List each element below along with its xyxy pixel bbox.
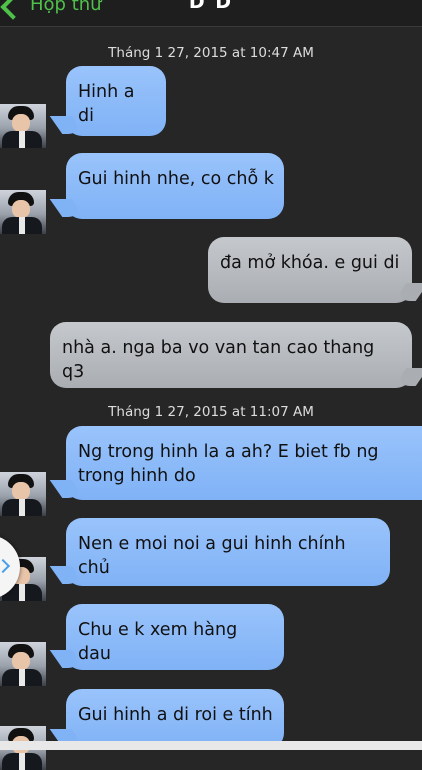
avatar[interactable]: [0, 190, 46, 234]
message-text: Gui hinh a di roi e tính: [78, 705, 273, 725]
message-bubble-incoming[interactable]: Chu e k xem hàng dau: [66, 604, 284, 670]
message-text: Chu e k xem hàng dau: [78, 620, 238, 664]
message-bubble-outgoing[interactable]: đa mở khóa. e gui di: [208, 237, 412, 303]
conversation-title: D D: [188, 0, 234, 13]
message-text: Hinh a di: [78, 82, 135, 126]
message-bubble-incoming[interactable]: Gui hinh a di roi e tính: [66, 689, 284, 749]
timestamp: Tháng 1 27, 2015 at 10:47 AM: [108, 45, 314, 61]
message-text: Nen e moi noi a gui hinh chính chủ: [78, 534, 346, 578]
message-text: Ng trong hinh la a ah? E biet fb ng tron…: [78, 442, 379, 486]
message-bubble-incoming[interactable]: Nen e moi noi a gui hinh chính chủ: [66, 518, 390, 586]
message-bubble-incoming[interactable]: Hinh a di: [66, 66, 166, 136]
avatar[interactable]: [0, 472, 46, 516]
avatar[interactable]: [0, 104, 46, 148]
avatar[interactable]: [0, 642, 46, 686]
chevron-right-icon: [0, 558, 11, 574]
message-bubble-incoming[interactable]: Gui hinh nhe, co chỗ k: [66, 153, 284, 219]
message-bubble-incoming[interactable]: Ng trong hinh la a ah? E biet fb ng tron…: [66, 426, 422, 500]
message-text: Gui hinh nhe, co chỗ k: [78, 169, 274, 189]
timestamp: Tháng 1 27, 2015 at 11:07 AM: [108, 404, 314, 420]
bottom-input-edge: [0, 741, 422, 750]
message-bubble-outgoing[interactable]: nhà a. nga ba vo van tan cao thang q3: [50, 322, 412, 388]
message-text: nhà a. nga ba vo van tan cao thang q3: [62, 338, 375, 382]
top-bar: Hộp thư D D: [0, 0, 422, 27]
message-text: đa mở khóa. e gui di: [220, 253, 400, 273]
